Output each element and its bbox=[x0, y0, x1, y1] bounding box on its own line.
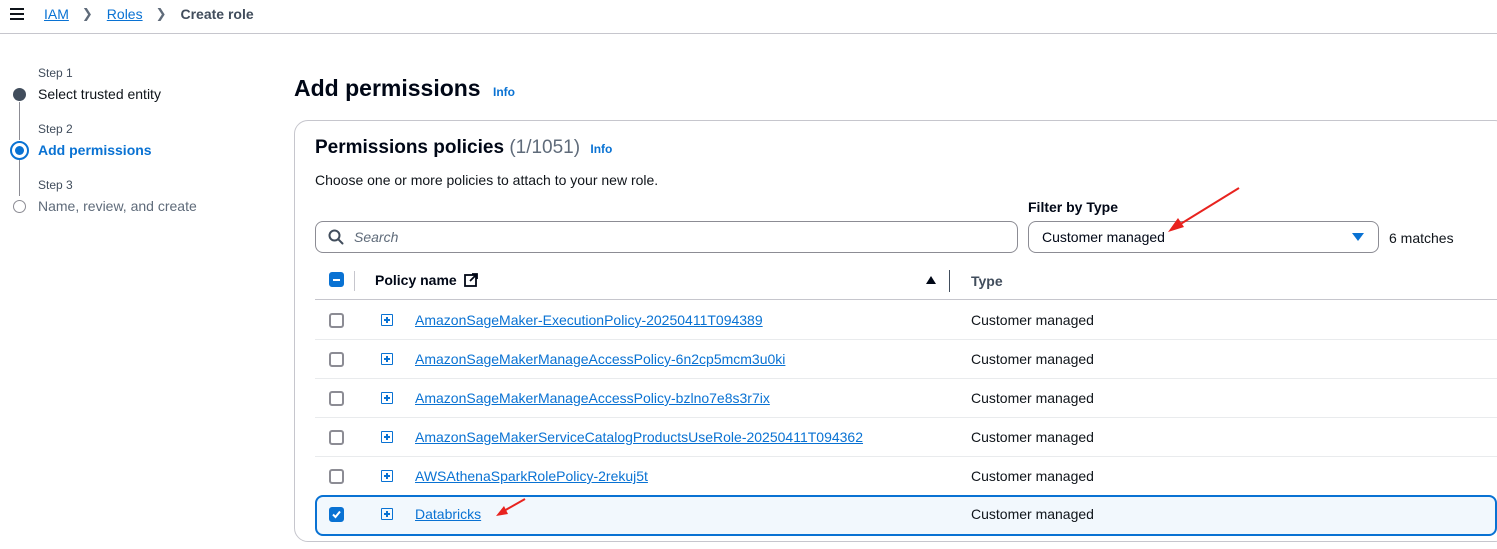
top-bar: IAM ❯ Roles ❯ Create role bbox=[0, 0, 1497, 34]
row-checkbox[interactable] bbox=[329, 469, 344, 484]
step-pending-icon bbox=[13, 200, 26, 213]
select-all-checkbox[interactable] bbox=[329, 272, 344, 287]
sort-ascending-icon[interactable] bbox=[926, 276, 936, 284]
step-completed-icon bbox=[13, 88, 26, 101]
filter-label: Filter by Type bbox=[1028, 199, 1118, 215]
policy-name-link[interactable]: AmazonSageMaker-ExecutionPolicy-20250411… bbox=[415, 312, 763, 328]
step-2-title: Add permissions bbox=[38, 142, 152, 158]
table-header: Policy name Type bbox=[315, 262, 1497, 300]
column-header-policy-name[interactable]: Policy name bbox=[375, 272, 478, 288]
menu-icon[interactable] bbox=[10, 8, 24, 22]
info-link[interactable]: Info bbox=[493, 85, 515, 99]
step-connector bbox=[19, 158, 20, 196]
step-active-icon bbox=[10, 141, 29, 160]
panel-title: Permissions policies (1/1051) Info bbox=[315, 137, 612, 159]
policy-name-link[interactable]: AmazonSageMakerManageAccessPolicy-bzlno7… bbox=[415, 390, 770, 406]
policy-type: Customer managed bbox=[971, 390, 1094, 406]
expand-plus-icon[interactable] bbox=[381, 353, 393, 365]
policy-name-link[interactable]: Databricks bbox=[415, 506, 481, 522]
breadcrumb-iam[interactable]: IAM bbox=[44, 6, 69, 22]
selection-count: (1/1051) bbox=[509, 137, 581, 158]
column-header-type[interactable]: Type bbox=[971, 273, 1003, 289]
step-1-title[interactable]: Select trusted entity bbox=[38, 86, 161, 102]
breadcrumb-current: Create role bbox=[180, 6, 254, 22]
policy-name-link[interactable]: AmazonSageMakerServiceCatalogProductsUse… bbox=[415, 429, 863, 445]
row-checkbox-checked[interactable] bbox=[329, 507, 344, 522]
policy-type: Customer managed bbox=[971, 312, 1094, 328]
expand-plus-icon[interactable] bbox=[381, 470, 393, 482]
filter-type-select[interactable]: Customer managed bbox=[1028, 221, 1379, 253]
row-checkbox[interactable] bbox=[329, 391, 344, 406]
row-checkbox[interactable] bbox=[329, 313, 344, 328]
search-input[interactable] bbox=[352, 224, 1002, 250]
filter-selected-value: Customer managed bbox=[1042, 229, 1165, 245]
page-title-text: Add permissions bbox=[294, 75, 481, 101]
policy-type: Customer managed bbox=[971, 506, 1094, 522]
table-row[interactable]: AWSAthenaSparkRolePolicy-2rekuj5t Custom… bbox=[315, 457, 1497, 496]
panel-description: Choose one or more policies to attach to… bbox=[315, 172, 659, 188]
breadcrumb-roles[interactable]: Roles bbox=[107, 6, 143, 22]
page-title: Add permissions Info bbox=[294, 75, 515, 102]
step-2-label: Step 2 bbox=[38, 122, 73, 136]
panel-title-text: Permissions policies bbox=[315, 137, 505, 158]
table-row[interactable]: AmazonSageMaker-ExecutionPolicy-20250411… bbox=[315, 301, 1497, 340]
caret-down-icon bbox=[1352, 233, 1364, 241]
row-checkbox[interactable] bbox=[329, 352, 344, 367]
policy-type: Customer managed bbox=[971, 351, 1094, 367]
policy-type: Customer managed bbox=[971, 468, 1094, 484]
external-link-icon bbox=[463, 273, 478, 287]
column-divider bbox=[354, 271, 355, 291]
step-connector bbox=[19, 102, 20, 140]
row-checkbox[interactable] bbox=[329, 430, 344, 445]
table-row[interactable]: AmazonSageMakerManageAccessPolicy-bzlno7… bbox=[315, 379, 1497, 418]
policy-type: Customer managed bbox=[971, 429, 1094, 445]
search-icon bbox=[328, 229, 344, 245]
checkmark-icon bbox=[332, 510, 341, 519]
chevron-right-icon: ❯ bbox=[155, 6, 167, 21]
table-row-selected[interactable]: Databricks Customer managed bbox=[315, 495, 1497, 536]
expand-plus-icon[interactable] bbox=[381, 431, 393, 443]
policy-name-link[interactable]: AmazonSageMakerManageAccessPolicy-6n2cp5… bbox=[415, 351, 785, 367]
table-row[interactable]: AmazonSageMakerServiceCatalogProductsUse… bbox=[315, 418, 1497, 457]
table-row[interactable]: AmazonSageMakerManageAccessPolicy-6n2cp5… bbox=[315, 340, 1497, 379]
breadcrumb: IAM ❯ Roles ❯ Create role bbox=[44, 6, 254, 22]
step-1-label: Step 1 bbox=[38, 66, 73, 80]
column-header-policy-name-label: Policy name bbox=[375, 272, 457, 288]
expand-plus-icon[interactable] bbox=[381, 508, 393, 520]
search-field[interactable] bbox=[315, 221, 1018, 253]
match-count: 6 matches bbox=[1389, 230, 1454, 246]
step-3-title: Name, review, and create bbox=[38, 198, 197, 214]
info-link[interactable]: Info bbox=[590, 142, 612, 156]
column-divider bbox=[949, 270, 950, 292]
policy-name-link[interactable]: AWSAthenaSparkRolePolicy-2rekuj5t bbox=[415, 468, 648, 484]
expand-plus-icon[interactable] bbox=[381, 314, 393, 326]
step-3-label: Step 3 bbox=[38, 178, 73, 192]
chevron-right-icon: ❯ bbox=[81, 6, 93, 21]
expand-plus-icon[interactable] bbox=[381, 392, 393, 404]
